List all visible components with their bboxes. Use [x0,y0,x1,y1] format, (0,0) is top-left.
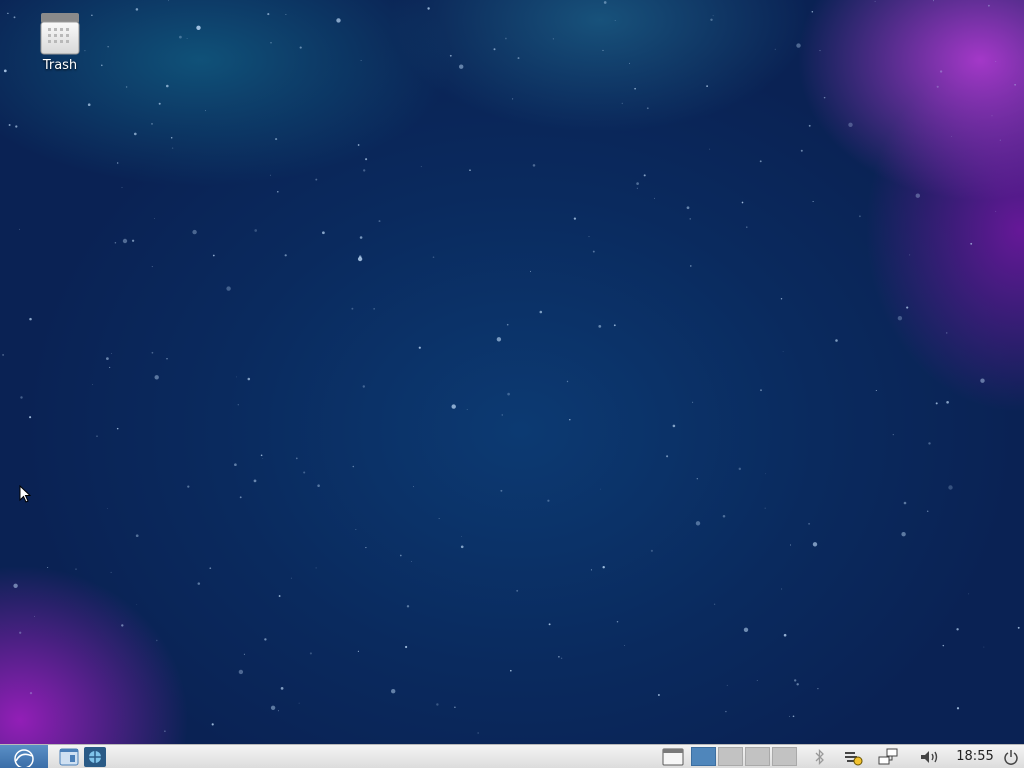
power-button[interactable] [1000,745,1022,768]
update-notifier-icon [845,751,863,765]
desktop-icon-trash[interactable]: Trash [20,8,100,73]
taskbar-panel: 18:55 [0,744,1024,768]
web-browser-launcher[interactable] [84,745,106,768]
network-tray-button[interactable] [874,745,902,768]
network-icon [878,748,898,764]
workspace-4[interactable] [772,747,797,766]
file-manager-launcher[interactable] [58,745,80,768]
wallpaper-stars [2,0,1020,734]
trash-icon [39,12,81,56]
volume-tray-button[interactable] [916,745,944,768]
menu-logo-icon [14,748,34,767]
show-desktop-button[interactable] [660,745,686,768]
workspace-1[interactable] [691,747,716,766]
file-manager-icon [59,748,79,765]
bluetooth-icon [815,748,824,765]
mouse-pointer-icon [19,484,32,507]
workspace-2[interactable] [718,747,743,766]
desktop-icon-label: Trash [42,58,78,73]
workspace-3[interactable] [745,747,770,766]
clock[interactable]: 18:55 [950,745,1000,768]
desktop[interactable]: Trash [0,0,1024,744]
web-browser-icon [84,746,106,767]
bluetooth-tray-button[interactable] [810,745,830,768]
update-notifier-button[interactable] [840,745,866,768]
application-menu-button[interactable] [0,745,48,768]
volume-icon [921,750,938,763]
power-icon [1004,749,1018,765]
window-icon [662,748,684,765]
